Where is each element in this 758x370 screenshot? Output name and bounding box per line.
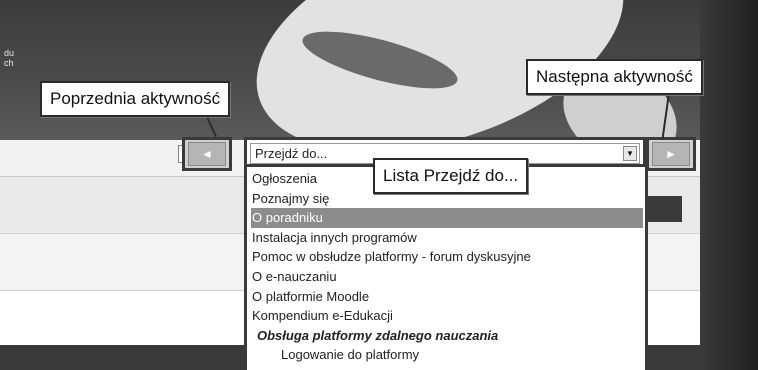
dropdown-option[interactable]: Logowanie do platformy [251, 345, 643, 365]
banner-text-line-2: ch [4, 58, 14, 68]
callout-jump-list: Lista Przejdź do... [373, 158, 529, 194]
dropdown-option[interactable]: Pomoc w obsłudze platformy - forum dysku… [251, 247, 643, 267]
arrow-right-icon: ► [652, 142, 690, 166]
jump-to-select-value: Przejdź do... [255, 146, 328, 161]
right-side-background [700, 0, 758, 370]
dropdown-list: Ogłoszenia Poznajmy się O poradniku Inst… [251, 169, 643, 365]
callout-previous-activity: Poprzednia aktywność [40, 81, 231, 117]
chevron-down-icon[interactable]: ▼ [623, 146, 637, 161]
banner-text: du ch [4, 48, 14, 68]
callout-next-activity: Następna aktywność [526, 59, 703, 95]
jump-to-dropdown: Ogłoszenia Poznajmy się O poradniku Inst… [244, 164, 648, 370]
dropdown-option-selected[interactable]: O poradniku [251, 208, 643, 228]
arrow-left-icon: ◄ [188, 142, 226, 166]
dropdown-option[interactable]: Kompendium e-Edukacji [251, 306, 643, 326]
dropdown-group-header: Obsługa platformy zdalnego nauczania [257, 327, 499, 343]
banner-text-line-1: du [4, 48, 15, 58]
dropdown-option[interactable]: O e-nauczaniu [251, 267, 643, 287]
dropdown-option[interactable]: Instalacja innych programów [251, 228, 643, 248]
previous-activity-button[interactable]: ◄ [182, 137, 232, 171]
dropdown-option[interactable]: O platformie Moodle [251, 287, 643, 307]
next-activity-button[interactable]: ► [646, 137, 696, 171]
